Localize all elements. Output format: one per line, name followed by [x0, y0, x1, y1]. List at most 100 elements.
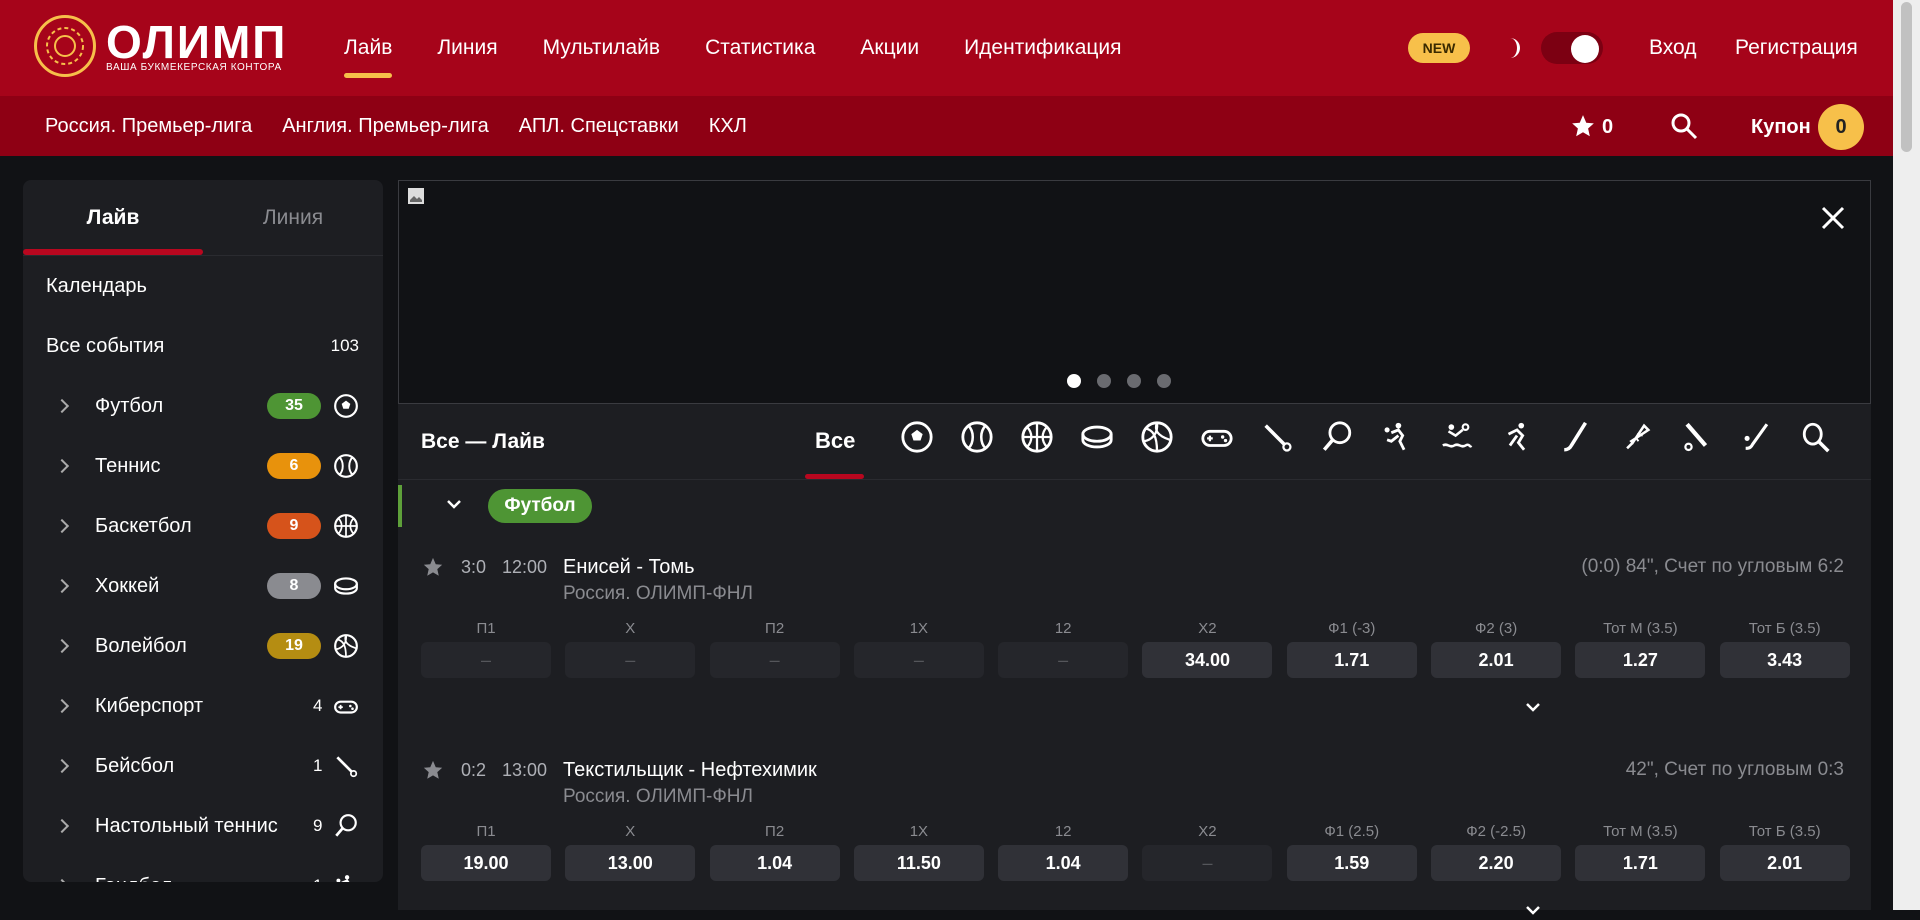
- sidebar-item-label: Киберспорт: [95, 694, 204, 717]
- nav-identification[interactable]: Идентификация: [964, 36, 1121, 60]
- register-link[interactable]: Регистрация: [1735, 36, 1858, 60]
- odd-button[interactable]: 1.27: [1575, 642, 1706, 678]
- sidebar-tab-live[interactable]: Лайв: [23, 180, 203, 255]
- esports-icon[interactable]: [1200, 420, 1234, 454]
- odd-button[interactable]: 1.04: [998, 845, 1129, 881]
- baseball-icon[interactable]: [1260, 420, 1294, 454]
- basketball-icon: [334, 514, 358, 538]
- odd-cell: Х 13.00: [565, 823, 696, 881]
- odd-label: 12: [1054, 620, 1072, 637]
- sidebar-item-sport[interactable]: Киберспорт 4: [23, 676, 383, 736]
- sidebar-item-all-events[interactable]: Все события 103: [23, 316, 383, 376]
- odd-button[interactable]: 2.01: [1719, 845, 1850, 881]
- odd-button[interactable]: 1.59: [1286, 845, 1417, 881]
- toggle-knob: [1571, 35, 1599, 63]
- odd-button: –: [709, 642, 840, 678]
- section-badge-football[interactable]: Футбол: [488, 489, 592, 523]
- tennis-icon[interactable]: [960, 420, 994, 454]
- handball-icon[interactable]: [1380, 420, 1414, 454]
- odd-label: Ф2 (3): [1474, 620, 1518, 637]
- odd-button[interactable]: 34.00: [1142, 642, 1273, 678]
- basketball-icon[interactable]: [1020, 420, 1054, 454]
- odds-row: П1– Х – П2–1Х –12– Х2 34.00 Ф1 (-3) 1.71 Ф2 (3) 2.…: [421, 620, 1864, 678]
- sidebar-item-label: Настольный теннис: [95, 814, 278, 837]
- chevron-right-icon: [54, 698, 70, 714]
- match-teams[interactable]: Енисей - Томь: [563, 556, 695, 579]
- athletics-icon[interactable]: [1500, 420, 1534, 454]
- filter-all-tab[interactable]: Все: [815, 428, 855, 454]
- carousel-dot[interactable]: [1097, 374, 1111, 388]
- close-icon[interactable]: [1818, 203, 1848, 233]
- hockey-stick-icon[interactable]: [1560, 420, 1594, 454]
- league-link-rpl[interactable]: Россия. Премьер-лига: [45, 115, 252, 138]
- sidebar-item-sport[interactable]: Баскетбол 9: [23, 496, 383, 556]
- odd-button[interactable]: 1.71: [1575, 845, 1706, 881]
- match-info: (0:0) 84", Счет по угловым 6:2: [1581, 556, 1844, 577]
- nav-multilive[interactable]: Мультилайв: [543, 36, 661, 60]
- table-tennis-icon[interactable]: [1320, 420, 1354, 454]
- sidebar-item-sport[interactable]: Бейсбол 1: [23, 736, 383, 796]
- search-icon[interactable]: [1669, 111, 1699, 141]
- nav-promotions[interactable]: Акции: [860, 36, 919, 60]
- sidebar-item-sport[interactable]: Хоккей 8: [23, 556, 383, 616]
- star-icon[interactable]: [422, 556, 444, 578]
- odd-button[interactable]: 1.71: [1286, 642, 1417, 678]
- coupon-label[interactable]: Купон: [1751, 116, 1811, 139]
- odd-button[interactable]: 1.04: [709, 845, 840, 881]
- star-icon[interactable]: [1570, 113, 1596, 139]
- carousel-dot[interactable]: [1127, 374, 1141, 388]
- carousel-dot[interactable]: [1067, 374, 1081, 388]
- squash-icon[interactable]: [1800, 420, 1834, 454]
- odd-button[interactable]: 2.01: [1431, 642, 1562, 678]
- sidebar-item-sport[interactable]: Теннис 6: [23, 436, 383, 496]
- promo-banner[interactable]: [398, 180, 1871, 404]
- coupon-count[interactable]: 0: [1818, 104, 1864, 150]
- cricket-icon[interactable]: [1680, 420, 1714, 454]
- sidebar-item-label: Гандбол: [95, 875, 172, 883]
- star-icon[interactable]: [422, 759, 444, 781]
- match-score: 3:0: [461, 557, 487, 577]
- odd-cell: Тот Б (3.5) 3.43: [1719, 620, 1850, 678]
- sidebar-item-label: Бейсбол: [95, 754, 175, 777]
- scrollbar[interactable]: [1893, 0, 1920, 910]
- odd-button[interactable]: 19.00: [421, 845, 551, 881]
- scrollbar-thumb[interactable]: [1901, 2, 1912, 152]
- hockey-icon[interactable]: [1080, 420, 1114, 454]
- badminton-icon[interactable]: [1620, 420, 1654, 454]
- nav-line[interactable]: Линия: [437, 36, 497, 60]
- odd-button[interactable]: 2.20: [1431, 845, 1562, 881]
- chevron-down-icon[interactable]: [444, 494, 464, 514]
- sidebar-item-sport[interactable]: Настольный теннис 9: [23, 796, 383, 856]
- odd-cell: П1 –: [421, 620, 551, 678]
- theme-toggle[interactable]: [1541, 32, 1603, 64]
- odd-cell: Х2 –: [1142, 823, 1273, 881]
- football-icon[interactable]: [900, 420, 934, 454]
- odd-button: –: [853, 642, 984, 678]
- volleyball-icon[interactable]: [1140, 420, 1174, 454]
- field-hockey-icon[interactable]: [1740, 420, 1774, 454]
- chevron-down-icon[interactable]: [1523, 697, 1543, 717]
- match-teams[interactable]: Текстильщик - Нефтехимик: [563, 759, 817, 782]
- league-link-epl[interactable]: Англия. Премьер-лига: [282, 115, 489, 138]
- sidebar-item-sport[interactable]: Волейбол 19: [23, 616, 383, 676]
- odd-cell: Ф2 (-2.5) 2.20: [1431, 823, 1562, 881]
- sidebar-tab-line[interactable]: Линия: [203, 180, 383, 255]
- carousel-dot[interactable]: [1157, 374, 1171, 388]
- odd-label: Тот Б (3.5): [1748, 620, 1821, 637]
- login-link[interactable]: Вход: [1649, 36, 1697, 60]
- nav-statistics[interactable]: Статистика: [705, 36, 815, 60]
- odd-button[interactable]: 11.50: [853, 845, 984, 881]
- league-link-epl-specials[interactable]: АПЛ. Спецставки: [519, 115, 679, 138]
- water-polo-icon[interactable]: [1440, 420, 1474, 454]
- nav-live[interactable]: Лайв: [344, 36, 393, 78]
- odd-cell: Тот М (3.5) 1.27: [1575, 620, 1706, 678]
- sidebar-item-sport[interactable]: Гандбол 1: [23, 856, 383, 882]
- odd-button[interactable]: 3.43: [1719, 642, 1850, 678]
- logo[interactable]: ОЛИМП ВАША БУКМЕКЕРСКАЯ КОНТОРА: [34, 14, 296, 78]
- odd-button[interactable]: 13.00: [565, 845, 696, 881]
- sidebar-item-sport[interactable]: Футбол 35: [23, 376, 383, 436]
- new-badge[interactable]: NEW: [1408, 33, 1470, 63]
- league-link-khl[interactable]: КХЛ: [709, 115, 747, 138]
- sidebar-item-calendar[interactable]: Календарь: [23, 256, 383, 316]
- chevron-down-icon[interactable]: [1523, 900, 1543, 920]
